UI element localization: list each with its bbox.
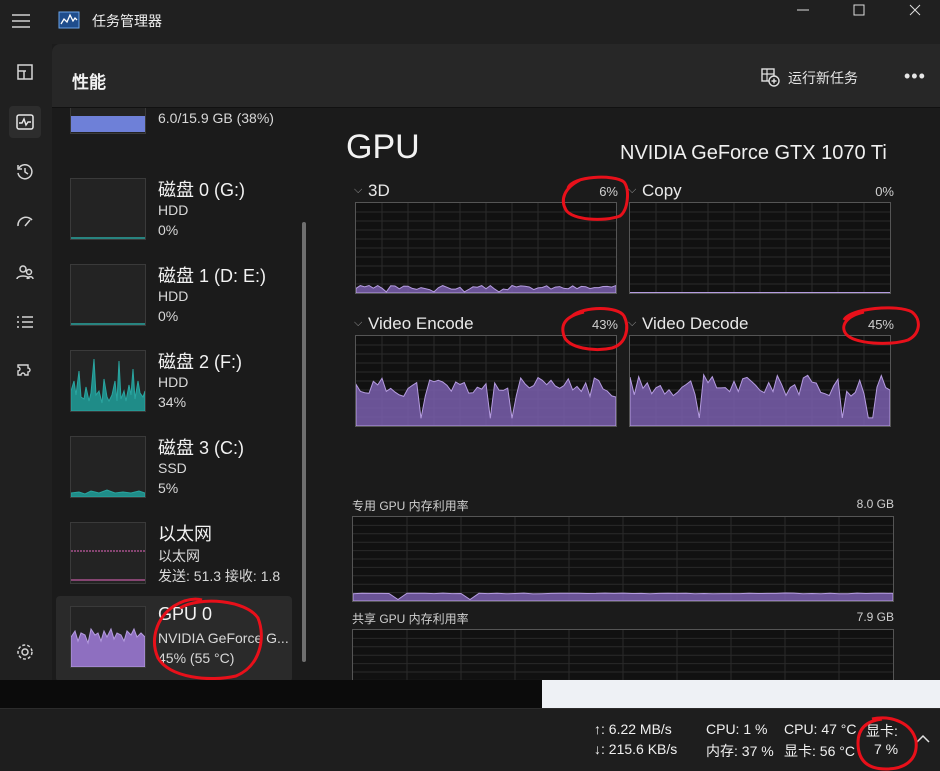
performance-sidebar: 6.0/15.9 GB (38%) 磁盘 0 (G:) HDD 0% 磁盘 1 … bbox=[52, 108, 314, 680]
services-icon[interactable] bbox=[9, 356, 41, 388]
gpu-model: NVIDIA GeForce GTX 1070 Ti bbox=[620, 142, 887, 164]
engine-value-3d: 6% bbox=[599, 184, 618, 199]
chevron-down-icon[interactable]: ⌵ bbox=[354, 317, 362, 330]
minimize-button[interactable] bbox=[780, 0, 826, 22]
memory-value: 6.0/15.9 GB (38%) bbox=[158, 110, 274, 126]
sidebar-item-type: HDD bbox=[158, 202, 189, 218]
chevron-down-icon[interactable]: ⌵ bbox=[354, 184, 362, 197]
app-title: 任务管理器 bbox=[92, 13, 162, 29]
background-window bbox=[542, 680, 940, 708]
engine-graph-copy bbox=[629, 202, 891, 294]
sidebar-item-gpu-0[interactable]: GPU 0 NVIDIA GeForce G... 45% (55 °C) bbox=[56, 596, 292, 680]
sidebar-item-name: 磁盘 1 (D: E:) bbox=[158, 266, 267, 286]
gpu-title: GPU bbox=[346, 128, 420, 166]
sidebar-item-disk-0[interactable]: 磁盘 0 (G:) HDD 0% bbox=[56, 170, 292, 256]
cpu-temperature: CPU: 47 °C bbox=[784, 721, 857, 737]
details-icon[interactable] bbox=[9, 306, 41, 338]
gpu-usage-label: 显卡: bbox=[866, 723, 898, 739]
engine-graph-3d bbox=[355, 202, 617, 294]
sidebar-scrollbar[interactable] bbox=[302, 222, 306, 662]
disk-3-thumbnail bbox=[70, 436, 146, 498]
sidebar-item-type: NVIDIA GeForce G... bbox=[158, 630, 289, 646]
sidebar-item-name: 以太网 bbox=[158, 524, 212, 544]
history-icon[interactable] bbox=[9, 156, 41, 188]
users-icon[interactable] bbox=[9, 256, 41, 288]
engine-graph-video-decode bbox=[629, 335, 891, 427]
main-panel: 性能 运行新任务 ••• 6.0/15.9 GB (38%) 磁盘 0 (G:)… bbox=[52, 44, 940, 715]
sidebar-item-name: 磁盘 0 (G:) bbox=[158, 180, 246, 200]
sidebar-item-disk-2[interactable]: 磁盘 2 (F:) HDD 34% bbox=[56, 342, 292, 428]
network-download: ↓: 215.6 KB/s bbox=[594, 741, 678, 757]
run-task-icon bbox=[760, 67, 780, 90]
page-title: 性能 bbox=[72, 73, 106, 92]
cpu-usage: CPU: 1 % bbox=[706, 721, 768, 737]
taskbar: ↑: 6.22 MB/s ↓: 215.6 KB/s CPU: 1 % 内存: … bbox=[0, 708, 940, 771]
chevron-down-icon[interactable]: ⌵ bbox=[628, 184, 636, 197]
memory-usage: 内存: 37 % bbox=[706, 743, 774, 759]
dedicated-memory-label: 专用 GPU 内存利用率 bbox=[352, 499, 469, 513]
engine-value-video-decode: 45% bbox=[867, 317, 894, 332]
app-logo-icon bbox=[58, 11, 80, 29]
chevron-down-icon[interactable]: ⌵ bbox=[628, 317, 636, 330]
desktop-background bbox=[0, 680, 940, 708]
engine-label-3d: 3D bbox=[368, 181, 390, 200]
navigation-rail bbox=[0, 44, 52, 680]
chevron-up-icon[interactable] bbox=[916, 731, 930, 749]
gpu-temperature: 显卡: 56 °C bbox=[784, 743, 855, 759]
title-bar: 任务管理器 bbox=[0, 0, 940, 44]
sidebar-item-disk-1[interactable]: 磁盘 1 (D: E:) HDD 0% bbox=[56, 256, 292, 342]
memory-thumbnail bbox=[70, 108, 146, 134]
disk-1-thumbnail bbox=[70, 264, 146, 326]
sidebar-item-value: 45% (55 °C) bbox=[158, 650, 235, 666]
gpu-usage-value: 7 % bbox=[874, 741, 899, 757]
sidebar-item-name: GPU 0 bbox=[158, 604, 213, 624]
sidebar-item-disk-3[interactable]: 磁盘 3 (C:) SSD 5% bbox=[56, 428, 292, 514]
sidebar-item-value: 0% bbox=[158, 222, 179, 238]
sidebar-item-ethernet[interactable]: 以太网 以太网 发送: 51.3 接收: 1.8 bbox=[56, 514, 292, 600]
sidebar-item-type: SSD bbox=[158, 460, 187, 476]
gpu-detail: GPU NVIDIA GeForce GTX 1070 Ti ⌵ 3D 6% ⌵… bbox=[314, 108, 940, 715]
engine-graph-video-encode bbox=[355, 335, 617, 427]
startup-icon[interactable] bbox=[9, 206, 41, 238]
sidebar-item-value: 0% bbox=[158, 308, 179, 324]
sidebar-item-name: 磁盘 2 (F:) bbox=[158, 352, 242, 372]
settings-icon[interactable] bbox=[9, 636, 41, 668]
hamburger-icon[interactable] bbox=[10, 10, 32, 32]
engine-label-copy: Copy bbox=[642, 181, 682, 200]
sidebar-item-memory[interactable]: 6.0/15.9 GB (38%) bbox=[56, 108, 292, 148]
sidebar-item-type: HDD bbox=[158, 288, 189, 304]
sidebar-item-type: 以太网 bbox=[158, 548, 200, 564]
run-new-task-button[interactable]: 运行新任务 bbox=[760, 66, 858, 90]
ethernet-thumbnail bbox=[70, 522, 146, 584]
shared-memory-value: 7.9 GB bbox=[856, 610, 894, 624]
sidebar-item-value: 34% bbox=[158, 394, 187, 410]
more-icon[interactable]: ••• bbox=[904, 66, 926, 87]
dedicated-memory-graph bbox=[352, 516, 894, 602]
page-header: 性能 运行新任务 ••• bbox=[52, 44, 940, 108]
sidebar-item-value: 发送: 51.3 接收: 1.8 bbox=[158, 568, 281, 584]
sidebar-item-name: 磁盘 3 (C:) bbox=[158, 438, 245, 458]
processes-icon[interactable] bbox=[9, 56, 41, 88]
engine-value-video-encode: 43% bbox=[591, 317, 618, 332]
engine-value-copy: 0% bbox=[875, 184, 894, 199]
network-upload: ↑: 6.22 MB/s bbox=[594, 721, 672, 737]
sidebar-item-type: HDD bbox=[158, 374, 189, 390]
engine-label-video-decode: Video Decode bbox=[642, 314, 749, 333]
performance-icon[interactable] bbox=[9, 106, 41, 138]
sidebar-item-value: 5% bbox=[158, 480, 179, 496]
engine-label-video-encode: Video Encode bbox=[368, 314, 474, 333]
dedicated-memory-value: 8.0 GB bbox=[856, 497, 894, 511]
shared-memory-label: 共享 GPU 内存利用率 bbox=[352, 612, 469, 626]
gpu-0-thumbnail bbox=[70, 606, 146, 668]
run-task-label: 运行新任务 bbox=[788, 70, 858, 86]
disk-2-thumbnail bbox=[70, 350, 146, 412]
disk-0-thumbnail bbox=[70, 178, 146, 240]
maximize-button[interactable] bbox=[836, 0, 882, 22]
close-button[interactable] bbox=[892, 0, 938, 22]
